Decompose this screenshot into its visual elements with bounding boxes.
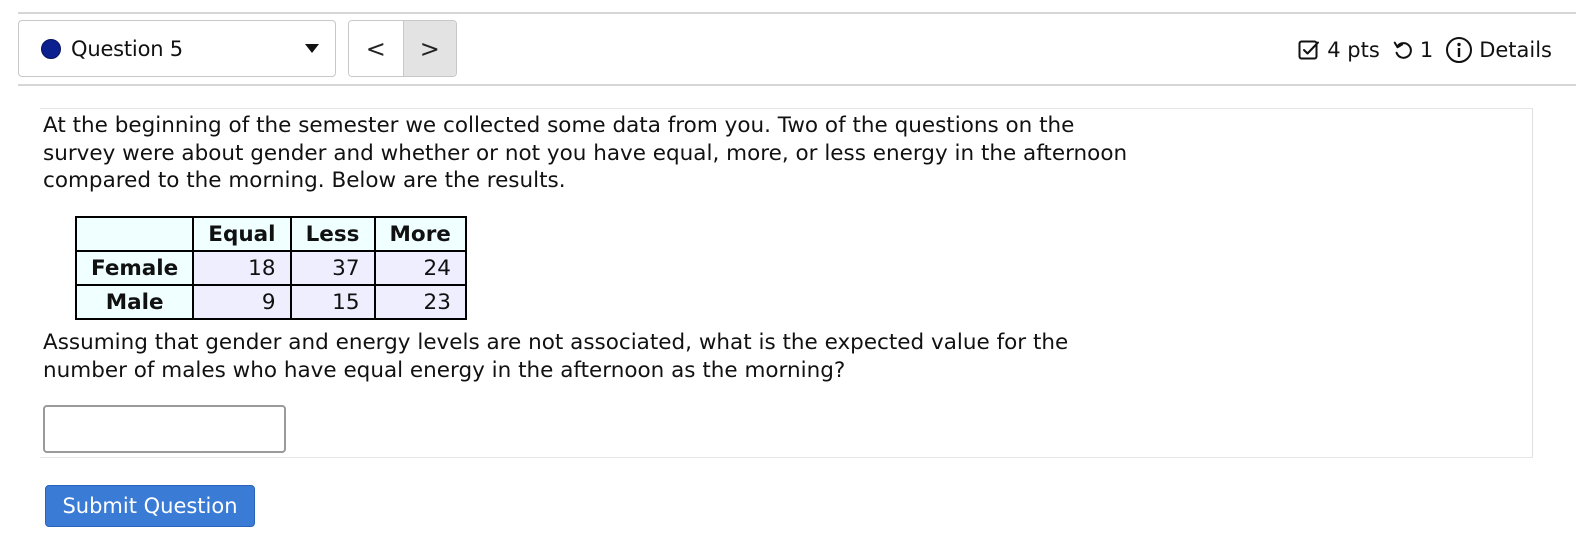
points-value: 4 pts [1327, 38, 1380, 62]
header-divider [18, 84, 1576, 86]
table-cell: 15 [289, 284, 376, 320]
column-header: Equal [192, 216, 292, 252]
undo-icon [1392, 39, 1414, 61]
question-prompt-text: Assuming that gender and energy levels a… [43, 330, 1069, 383]
row-header: Male [74, 284, 195, 320]
table-row: Male 9 15 23 [74, 284, 467, 320]
table-cell: 37 [289, 250, 376, 286]
question-selector[interactable]: Question 5 [18, 20, 336, 77]
question-nav: < > [348, 20, 457, 77]
table-cell: 23 [373, 284, 467, 320]
status-dot-icon [41, 38, 61, 59]
info-icon[interactable] [1445, 36, 1473, 64]
table-cell: 24 [373, 250, 467, 286]
column-header: More [373, 216, 467, 252]
top-divider [18, 12, 1576, 14]
details-link[interactable]: Details [1479, 38, 1552, 62]
table-cell: 18 [192, 250, 292, 286]
submit-question-button[interactable]: Submit Question [45, 485, 255, 527]
previous-question-button[interactable]: < [349, 21, 403, 76]
next-question-button[interactable]: > [402, 21, 456, 76]
table-cell: 9 [192, 284, 292, 320]
question-intro-text: At the beginning of the semester we coll… [43, 113, 1128, 193]
question-label: Question 5 [71, 36, 183, 61]
attempts-value: 1 [1419, 38, 1434, 62]
checkbox-edit-icon [1297, 38, 1321, 62]
caret-down-icon [305, 44, 319, 53]
question-meta: 4 pts 1 Details [1297, 32, 1552, 68]
table-corner-cell [74, 216, 195, 252]
column-header: Less [289, 216, 376, 252]
survey-results-table: Equal Less More Female 18 37 24 Male 9 1… [74, 216, 467, 320]
answer-input[interactable] [43, 405, 286, 453]
table-header-row: Equal Less More [74, 216, 467, 252]
row-header: Female [74, 250, 195, 286]
table-row: Female 18 37 24 [74, 250, 467, 286]
